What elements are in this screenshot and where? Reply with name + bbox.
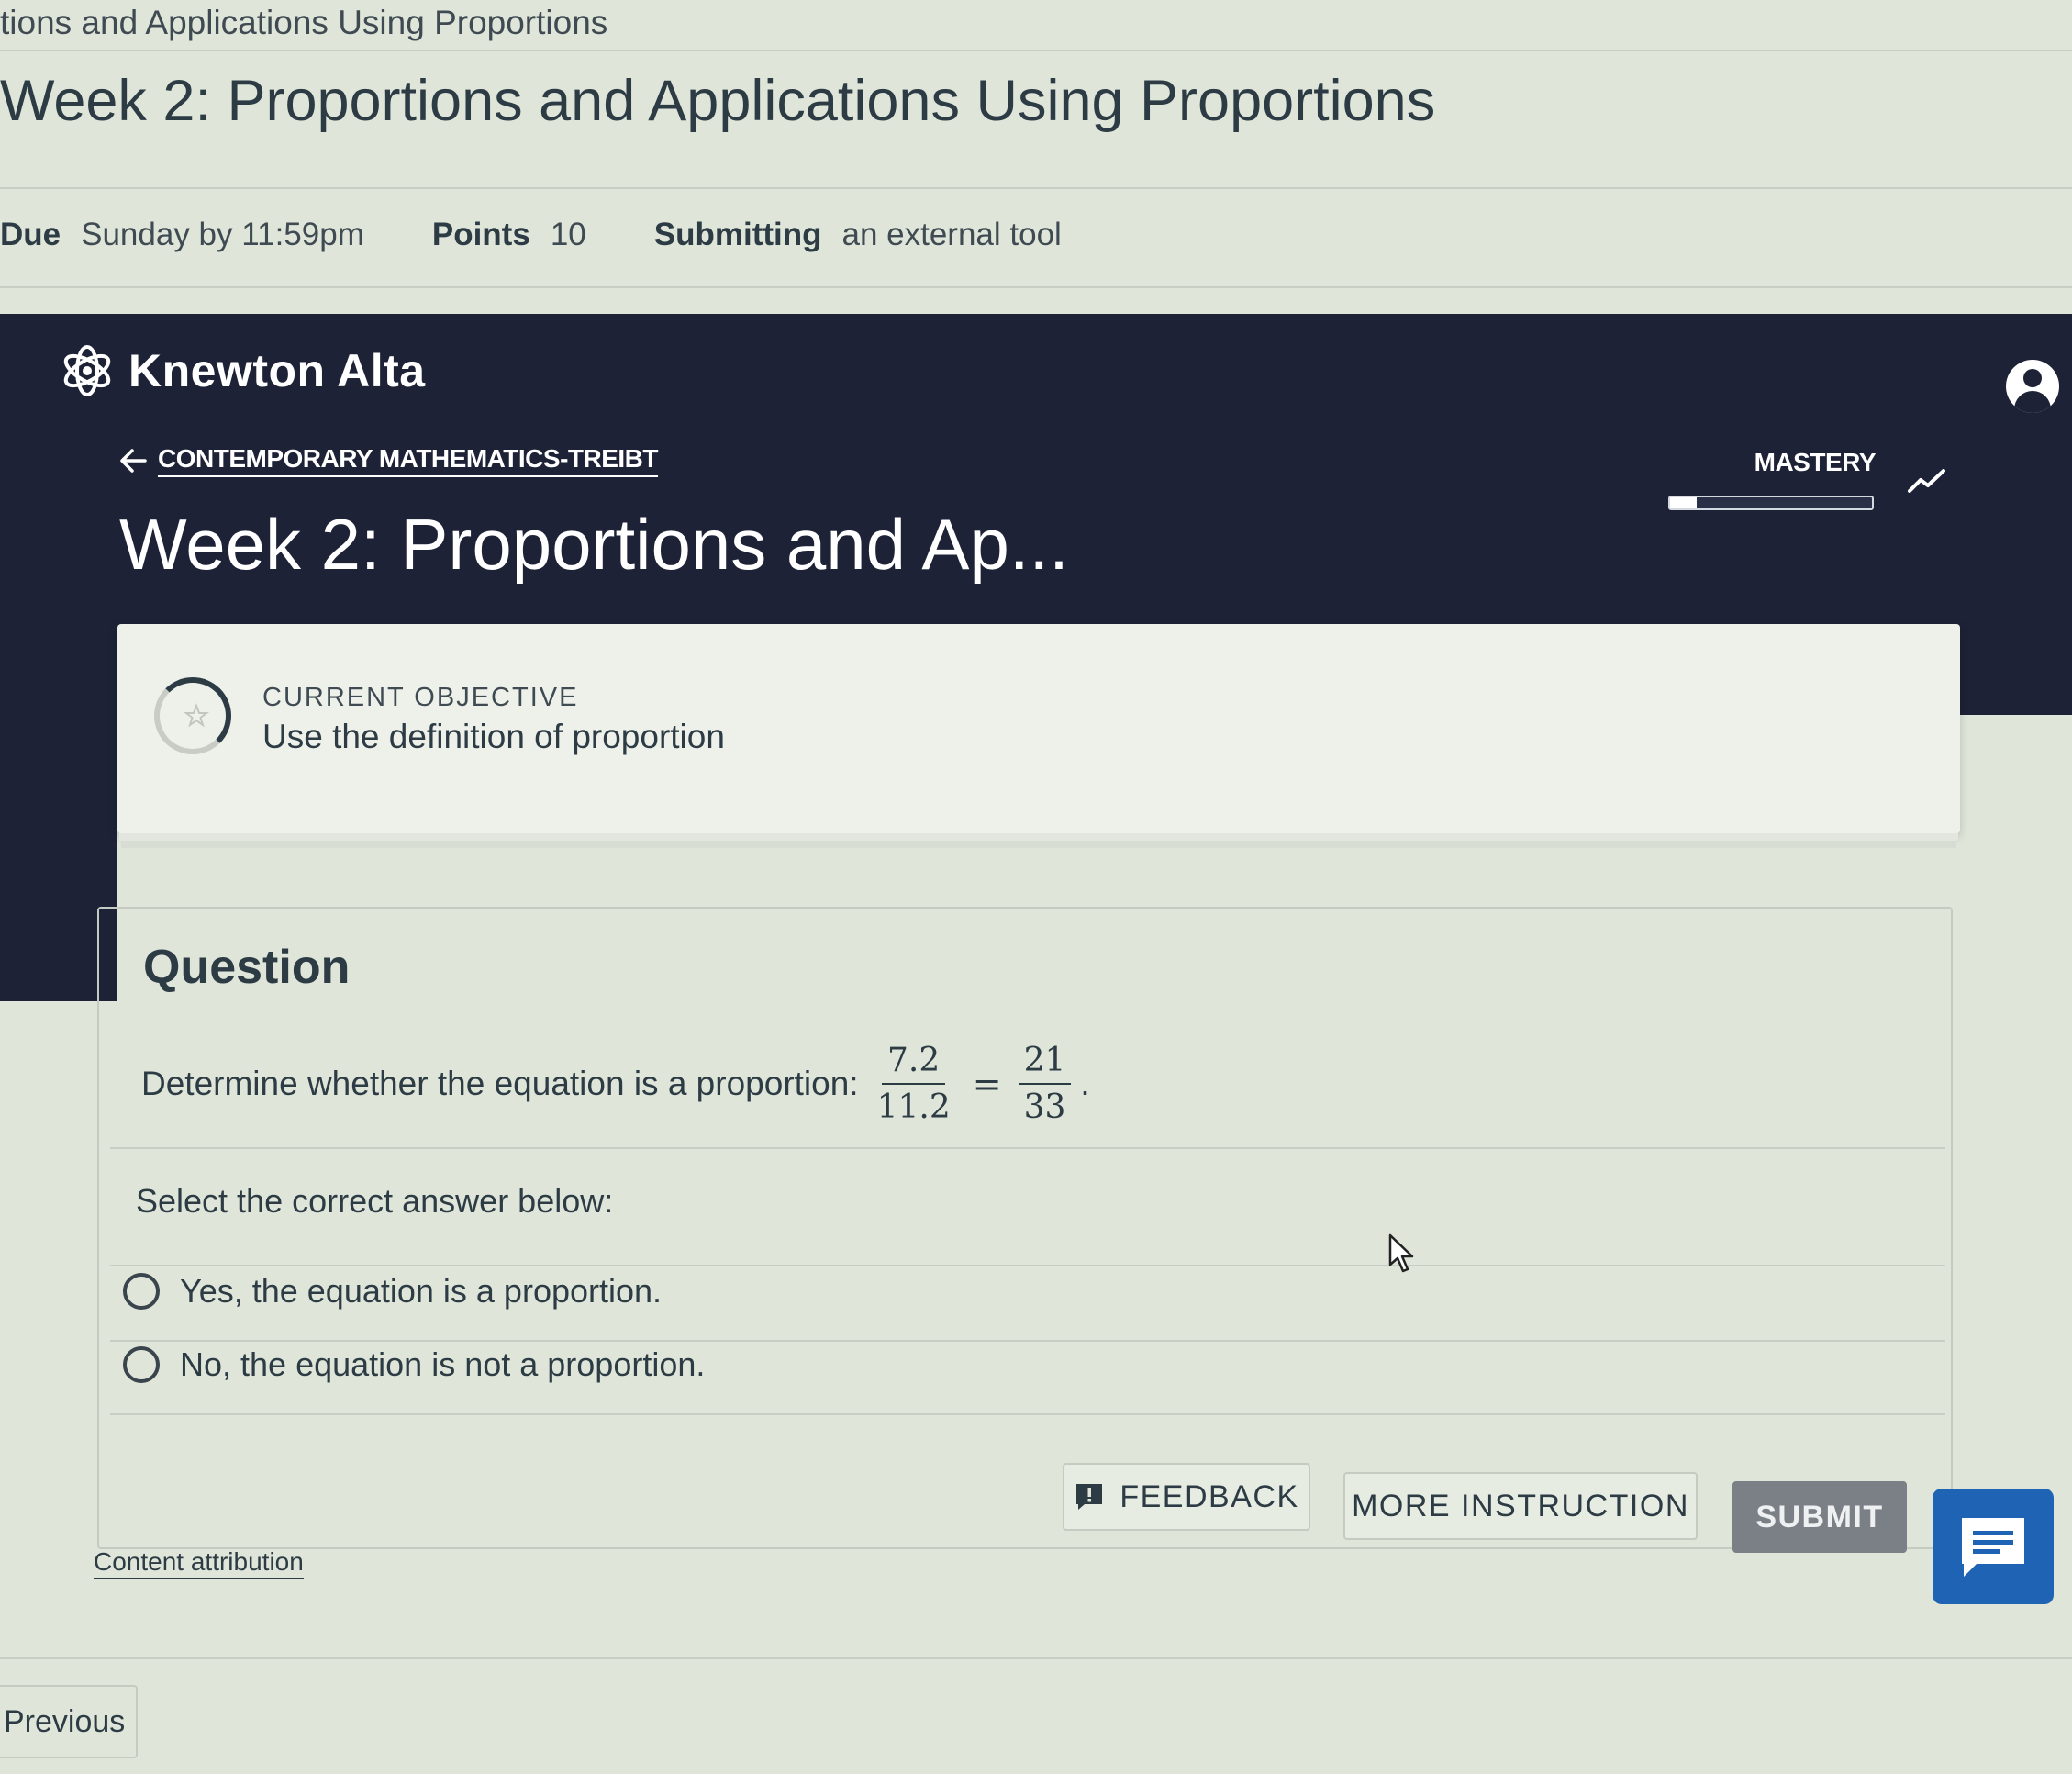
assignment-meta: Due Sunday by 11:59pm Points 10 Submitti…	[0, 209, 1130, 261]
brand: Knewton Alta	[59, 341, 426, 400]
divider	[0, 1657, 2072, 1659]
submitting: Submitting an external tool	[654, 217, 1062, 253]
brand-name: Knewton Alta	[128, 345, 426, 396]
previous-button[interactable]: Previous	[0, 1685, 138, 1758]
feedback-label: FEEDBACK	[1120, 1478, 1299, 1514]
chat-button[interactable]	[1933, 1489, 2054, 1604]
arrow-left-icon	[120, 449, 147, 473]
radio-button[interactable]	[123, 1346, 160, 1383]
more-instruction-button[interactable]: MORE INSTRUCTION	[1343, 1472, 1698, 1540]
divider	[0, 286, 2072, 288]
question-stem: Determine whether the equation is a prop…	[141, 1065, 859, 1102]
divider	[110, 1147, 1945, 1149]
fraction-denominator: 33	[1023, 1088, 1066, 1126]
objective-eyebrow: CURRENT OBJECTIVE	[262, 683, 579, 712]
chat-icon	[1962, 1518, 2024, 1577]
answer-prompt: Select the correct answer below:	[136, 1182, 614, 1220]
question-panel	[97, 907, 1953, 1549]
breadcrumb[interactable]: tions and Applications Using Proportions	[0, 4, 607, 42]
submit-button[interactable]: SUBMIT	[1732, 1481, 1907, 1553]
trend-up-icon[interactable]	[1907, 466, 1947, 496]
mastery-progress-fill	[1670, 497, 1697, 508]
due-date: Due Sunday by 11:59pm	[0, 217, 364, 253]
points: Points 10	[432, 217, 586, 253]
feedback-button[interactable]: FEEDBACK	[1063, 1463, 1310, 1531]
answer-choice-yes[interactable]: Yes, the equation is a proportion.	[123, 1259, 1940, 1323]
answer-choice-no[interactable]: No, the equation is not a proportion.	[123, 1333, 1940, 1397]
question-text: Determine whether the equation is a prop…	[141, 1033, 1090, 1134]
user-avatar-icon[interactable]	[2006, 360, 2059, 413]
radio-button[interactable]	[123, 1273, 160, 1310]
assignment-title: Week 2: Proportions and Ap...	[119, 504, 1069, 585]
feedback-alert-icon	[1076, 1484, 1103, 1510]
content-attribution-link[interactable]: Content attribution	[94, 1547, 304, 1579]
choice-label: No, the equation is not a proportion.	[180, 1345, 706, 1383]
mastery-label: MASTERY	[1754, 448, 1877, 476]
submitting-label: Submitting	[653, 217, 822, 252]
due-value: Sunday by 11:59pm	[81, 217, 364, 252]
equals-sign: =	[972, 1064, 1002, 1104]
fraction-numerator: 7.2	[882, 1042, 946, 1085]
fraction-numerator: 21	[1018, 1042, 1072, 1085]
fraction-right: 21 33	[1018, 1042, 1072, 1126]
fraction-left: 7.2 11.2	[872, 1042, 956, 1126]
course-link-label: CONTEMPORARY MATHEMATICS-TREIBT	[158, 444, 659, 477]
mastery-progress-bar	[1668, 496, 1874, 510]
fraction-denominator: 11.2	[876, 1088, 951, 1126]
atom-logo-icon	[63, 345, 111, 396]
choice-label: Yes, the equation is a proportion.	[180, 1272, 663, 1310]
mouse-cursor-icon	[1388, 1233, 1414, 1273]
points-value: 10	[550, 217, 586, 252]
points-label: Points	[431, 217, 530, 252]
star-progress-icon	[184, 703, 209, 728]
divider	[110, 1413, 1945, 1415]
current-objective-card: CURRENT OBJECTIVE Use the definition of …	[117, 624, 1960, 833]
question-period: .	[1080, 1065, 1090, 1102]
due-label: Due	[0, 217, 61, 252]
question-heading: Question	[143, 941, 351, 994]
page-title: Week 2: Proportions and Applications Usi…	[0, 69, 1436, 133]
divider	[0, 50, 2072, 51]
course-back-link[interactable]: CONTEMPORARY MATHEMATICS-TREIBT	[119, 441, 659, 481]
objective-text: Use the definition of proportion	[262, 718, 725, 755]
submitting-value: an external tool	[841, 217, 1062, 252]
divider	[0, 187, 2072, 189]
objective-progress-ring	[154, 677, 231, 754]
